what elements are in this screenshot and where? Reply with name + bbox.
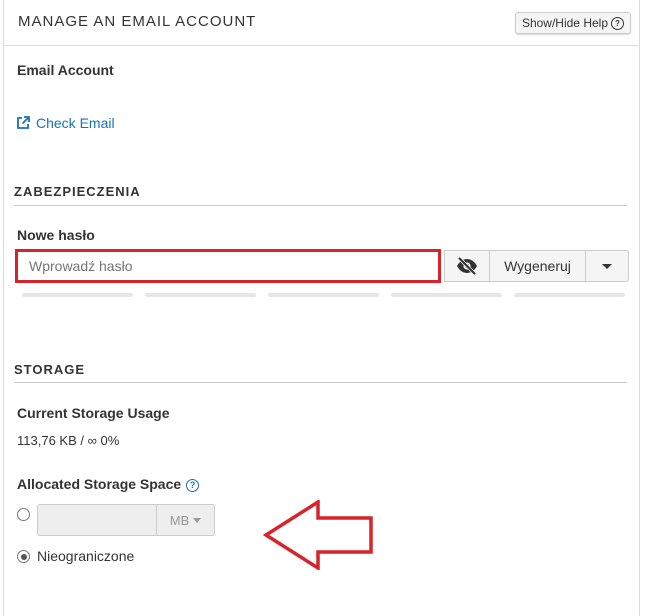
panel-header: MANAGE AN EMAIL ACCOUNT Show/Hide Help ? xyxy=(4,0,639,46)
new-password-label: Nowe hasło xyxy=(17,227,95,243)
eye-slash-icon xyxy=(457,257,477,275)
question-circle-icon: ? xyxy=(611,16,624,30)
storage-divider xyxy=(14,382,627,383)
external-link-icon xyxy=(17,116,30,129)
strength-meter-segment xyxy=(514,293,625,297)
custom-quota-radio[interactable] xyxy=(17,508,30,521)
current-storage-value: 113,76 KB / ∞ 0% xyxy=(17,433,120,448)
show-hide-help-button[interactable]: Show/Hide Help ? xyxy=(514,12,631,34)
strength-meter-segment xyxy=(145,293,256,297)
red-arrow-annotation xyxy=(262,500,373,570)
unlimited-radio[interactable] xyxy=(17,550,30,563)
strength-meter-segment xyxy=(268,293,379,297)
email-account-label: Email Account xyxy=(17,62,114,78)
toggle-visibility-button[interactable] xyxy=(445,251,489,281)
help-button-label: Show/Hide Help xyxy=(521,16,608,30)
help-icon[interactable]: ? xyxy=(186,479,200,492)
security-divider xyxy=(14,205,627,206)
quota-input[interactable] xyxy=(37,504,157,536)
storage-section-title: STORAGE xyxy=(14,362,86,377)
unit-dropdown[interactable]: MB xyxy=(156,504,215,536)
generate-options-dropdown[interactable] xyxy=(585,251,628,281)
password-button-group: Wygeneruj xyxy=(444,250,629,282)
unlimited-label: Nieograniczone xyxy=(37,548,135,564)
caret-down-icon xyxy=(193,517,202,523)
check-email-link[interactable]: Check Email xyxy=(15,115,115,131)
allocated-storage-label-text: Allocated Storage Space xyxy=(17,476,182,492)
password-row: Wygeneruj xyxy=(15,249,629,283)
current-storage-label: Current Storage Usage xyxy=(17,405,170,421)
check-email-label: Check Email xyxy=(36,115,115,131)
caret-down-icon xyxy=(602,263,612,269)
page-title: MANAGE AN EMAIL ACCOUNT xyxy=(18,13,257,30)
unit-label: MB xyxy=(169,512,190,528)
password-input[interactable] xyxy=(15,249,441,283)
strength-meter-segment xyxy=(391,293,502,297)
allocated-storage-label: Allocated Storage Space? xyxy=(17,476,200,492)
generate-password-button[interactable]: Wygeneruj xyxy=(489,251,585,281)
strength-meter-segment xyxy=(22,293,133,297)
security-section-title: ZABEZPIECZENIA xyxy=(14,184,141,199)
